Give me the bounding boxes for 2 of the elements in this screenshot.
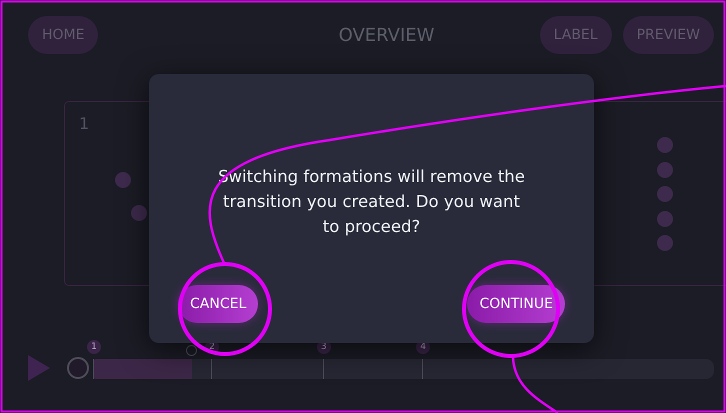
- page-title: OVERVIEW: [338, 24, 434, 46]
- formation-number: 1: [79, 114, 90, 133]
